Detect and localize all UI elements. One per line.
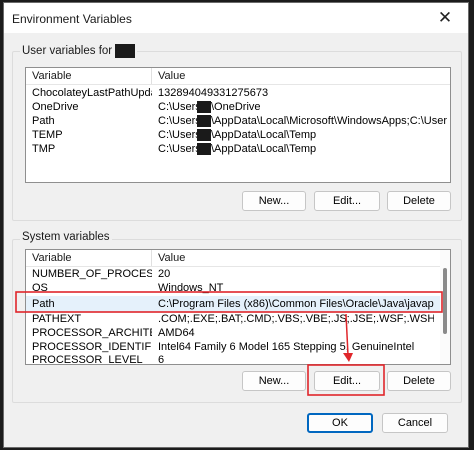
user-new-button[interactable]: New... (242, 191, 306, 211)
variable-name: Path (32, 298, 55, 310)
variable-name: PATHEXT (32, 313, 82, 325)
table-row[interactable]: PROCESSOR_ARCHITECTURE AMD64 (26, 327, 450, 340)
system-new-button[interactable]: New... (242, 371, 306, 391)
variable-value: 132894049331275673 (158, 87, 269, 99)
cancel-button[interactable]: Cancel (382, 413, 448, 433)
variable-name: OneDrive (32, 101, 79, 113)
variable-value: C:\Users\ (158, 129, 198, 141)
variable-value: .COM;.EXE;.BAT;.CMD;.VBS;.VBE;.JS;.JSE;.… (158, 313, 434, 325)
variable-value-rest: \AppData\Local\Temp (211, 129, 317, 141)
system-variables-label: System variables (20, 231, 112, 243)
table-row[interactable]: OS Windows_NT (26, 282, 450, 295)
table-row[interactable]: PATHEXT .COM;.EXE;.BAT;.CMD;.VBS;.VBE;.J… (26, 313, 450, 326)
table-row[interactable]: PROCESSOR_IDENTIFIER Intel64 Family 6 Mo… (26, 341, 450, 354)
list-header: Variable Value (26, 250, 450, 267)
variable-value-rest: \OneDrive (211, 101, 261, 113)
redacted-username (197, 129, 211, 141)
list-header: Variable Value (26, 68, 450, 85)
table-row[interactable]: OneDrive C:\Users\ \OneDrive (26, 101, 450, 114)
title-bar: Environment Variables ✕ (4, 3, 468, 33)
table-row[interactable]: Path C:\Users\ \AppData\Local\Microsoft\… (26, 115, 450, 128)
variable-value: C:\Program Files (x86)\Common Files\Orac… (158, 298, 434, 310)
variable-value: Windows_NT (158, 282, 224, 294)
user-variables-label: User variables for (20, 44, 138, 58)
user-edit-button[interactable]: Edit... (314, 191, 380, 211)
window-title: Environment Variables (12, 12, 132, 26)
table-row[interactable]: PROCESSOR_LEVEL 6 (26, 354, 450, 365)
variable-value: 6 (158, 354, 165, 365)
variable-value-rest: \AppData\Local\Microsoft\WindowsApps;C:\… (211, 115, 447, 127)
ok-button[interactable]: OK (307, 413, 373, 433)
variable-value-rest: \AppData\Local\Temp (211, 143, 317, 155)
variable-value: C:\Users\ (158, 143, 198, 155)
system-variables-list[interactable]: Variable Value NUMBER_OF_PROCESSORS 20 O… (25, 249, 451, 365)
variable-value: C:\Users\ (158, 115, 198, 127)
column-header-variable[interactable]: Variable (32, 70, 72, 82)
variable-name: PROCESSOR_IDENTIFIER (32, 341, 152, 353)
column-header-variable[interactable]: Variable (32, 252, 72, 264)
scrollbar-thumb[interactable] (443, 268, 447, 334)
redacted-username (115, 44, 136, 58)
variable-name: OS (32, 282, 48, 294)
variable-name: Path (32, 115, 55, 127)
variable-name: PROCESSOR_LEVEL (32, 354, 143, 365)
redacted-username (197, 101, 211, 113)
environment-variables-dialog: Environment Variables ✕ User variables f… (3, 2, 469, 448)
variable-name: TEMP (32, 129, 63, 141)
user-delete-button[interactable]: Delete (387, 191, 451, 211)
redacted-username (197, 115, 211, 127)
table-row[interactable]: TMP C:\Users\ \AppData\Local\Temp (26, 143, 450, 156)
column-header-value[interactable]: Value (158, 252, 185, 264)
table-row[interactable]: ChocolateyLastPathUpdate 132894049331275… (26, 87, 450, 100)
variable-value: 20 (158, 268, 171, 280)
variable-value: Intel64 Family 6 Model 165 Stepping 5, G… (158, 341, 415, 353)
variable-name: ChocolateyLastPathUpdate (32, 87, 152, 99)
close-icon[interactable]: ✕ (422, 3, 468, 33)
variable-name: PROCESSOR_ARCHITECTURE (32, 327, 152, 339)
variable-name: TMP (32, 143, 56, 155)
system-edit-button[interactable]: Edit... (314, 371, 380, 391)
system-delete-button[interactable]: Delete (387, 371, 451, 391)
redacted-username (197, 143, 211, 155)
table-row[interactable]: NUMBER_OF_PROCESSORS 20 (26, 268, 450, 281)
column-header-value[interactable]: Value (158, 70, 185, 82)
table-row-selected[interactable]: Path C:\Program Files (x86)\Common Files… (26, 296, 450, 312)
variable-name: NUMBER_OF_PROCESSORS (32, 268, 152, 280)
variable-value: AMD64 (158, 327, 195, 339)
variable-value: C:\Users\ (158, 101, 198, 113)
system-list-scrollbar[interactable] (440, 250, 450, 364)
user-variables-list[interactable]: Variable Value ChocolateyLastPathUpdate … (25, 67, 451, 183)
table-row[interactable]: TEMP C:\Users\ \AppData\Local\Temp (26, 129, 450, 142)
